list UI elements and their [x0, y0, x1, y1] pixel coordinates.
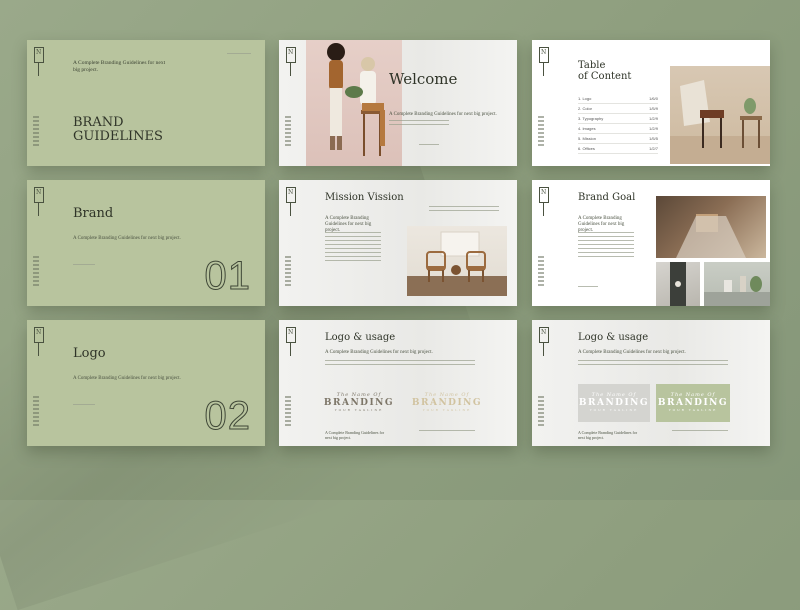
slide-title-line2: GUIDELINES [73, 129, 163, 144]
slide-welcome[interactable]: N Welcome A Complete Branding Guidelines… [279, 40, 517, 166]
slide-title: Brand [73, 206, 114, 221]
slide-title-line1: Table [578, 60, 606, 71]
slide-body: A Complete Branding Guidelines for next … [578, 350, 686, 355]
shelf-photo [704, 262, 770, 306]
caption-lines [672, 430, 728, 434]
caption-lines [419, 430, 475, 434]
logo-gray-swatch: The Name Of BRANDING YOUR TAGLINE [578, 384, 650, 422]
slide-brand[interactable]: N Brand A Complete Branding Guidelines f… [27, 180, 265, 306]
body-lines [325, 360, 475, 366]
vertical-side-text [285, 256, 291, 286]
brand-mark-icon: N [539, 327, 549, 356]
logo-caption: A Complete Branding Guidelines for next … [325, 430, 385, 440]
slide-brand-goal[interactable]: N Brand Goal A Complete Branding Guideli… [532, 180, 770, 306]
vertical-side-text [33, 256, 39, 286]
vertical-side-text [538, 396, 544, 426]
logo-light-variant: The Name Of BRANDING YOUR TAGLINE [411, 392, 483, 412]
slide-title: Brand Goal [578, 192, 636, 203]
footer-note [419, 144, 439, 146]
toc-row[interactable]: 6. Offices 1/2/7 [578, 146, 658, 154]
section-number: 02 [204, 394, 251, 438]
slide-body: A Complete Branding Guidelines for next … [73, 376, 181, 381]
chair-photo [670, 66, 770, 164]
logo-sage-swatch: The Name Of BRANDING YOUR TAGLINE [656, 384, 730, 422]
body-lines [389, 120, 449, 126]
slide-tagline: A Complete Branding Guidelines for next … [73, 60, 166, 73]
slide-brand-guidelines[interactable]: N A Complete Branding Guidelines for nex… [27, 40, 265, 166]
brand-mark-icon: N [286, 187, 296, 216]
toc-row[interactable]: 2. Color 1/5/9 [578, 106, 658, 114]
logo-on-sage: The Name Of BRANDING YOUR TAGLINE [657, 392, 729, 412]
brand-mark-icon: N [286, 327, 296, 356]
body-lines [578, 232, 634, 260]
slide-title: Welcome [389, 70, 458, 88]
vertical-side-text [33, 116, 39, 146]
footer-note [73, 264, 95, 266]
slide-title: Mission Vission [325, 192, 404, 203]
vertical-side-text [33, 396, 39, 426]
slide-logo-usage-2[interactable]: N Logo & usage A Complete Branding Guide… [532, 320, 770, 446]
slide-title: Logo & usage [325, 332, 396, 343]
body-lines [578, 360, 728, 366]
slide-title: Logo [73, 346, 106, 361]
slide-title: Logo & usage [578, 332, 649, 343]
slide-body: A Complete Branding Guidelines for next … [389, 112, 497, 117]
toc-row[interactable]: 3. Typography 1/2/9 [578, 116, 658, 124]
brand-mark-icon: N [539, 187, 549, 216]
toc-row[interactable]: 4. Images 1/2/9 [578, 126, 658, 134]
footer-note [578, 286, 598, 288]
hands-photo [656, 196, 766, 258]
logo-on-gray: The Name Of BRANDING YOUR TAGLINE [578, 392, 650, 412]
header-note [227, 53, 251, 55]
vertical-side-text [538, 256, 544, 286]
interior-photo [407, 226, 507, 296]
section-number: 01 [204, 254, 251, 298]
slide-table-of-content[interactable]: N Table of Content 1. Logo 1/6/0 2. Color… [532, 40, 770, 166]
toc-row[interactable]: 1. Logo 1/6/0 [578, 96, 658, 104]
logo-caption: A Complete Branding Guidelines for next … [578, 430, 638, 440]
brand-mark-icon: N [34, 47, 44, 76]
brand-mark-icon: N [539, 47, 549, 76]
slide-mission-vision[interactable]: N Mission Vission A Complete Branding Gu… [279, 180, 517, 306]
slide-logo-usage-1[interactable]: N Logo & usage A Complete Branding Guide… [279, 320, 517, 446]
vertical-side-text [285, 396, 291, 426]
welcome-photo [306, 40, 402, 166]
detail-photo [656, 262, 700, 306]
slide-logo[interactable]: N Logo A Complete Branding Guidelines fo… [27, 320, 265, 446]
logo-dark-variant: The Name Of BRANDING YOUR TAGLINE [323, 392, 395, 412]
slide-body: A Complete Branding Guidelines for next … [325, 350, 433, 355]
slide-title-line2: of Content [578, 71, 632, 82]
vertical-side-text [538, 116, 544, 146]
footer-note [73, 404, 95, 406]
slide-body: A Complete Branding Guidelines for next … [73, 236, 181, 241]
quote-lines [429, 206, 499, 212]
brand-mark-icon: N [34, 327, 44, 356]
body-lines [325, 232, 381, 264]
brand-mark-icon: N [34, 187, 44, 216]
vertical-side-text [285, 116, 291, 146]
brand-mark-icon: N [286, 47, 296, 76]
slide-title-line1: BRAND [73, 115, 124, 130]
toc-row[interactable]: 5. Mission 1/5/5 [578, 136, 658, 144]
